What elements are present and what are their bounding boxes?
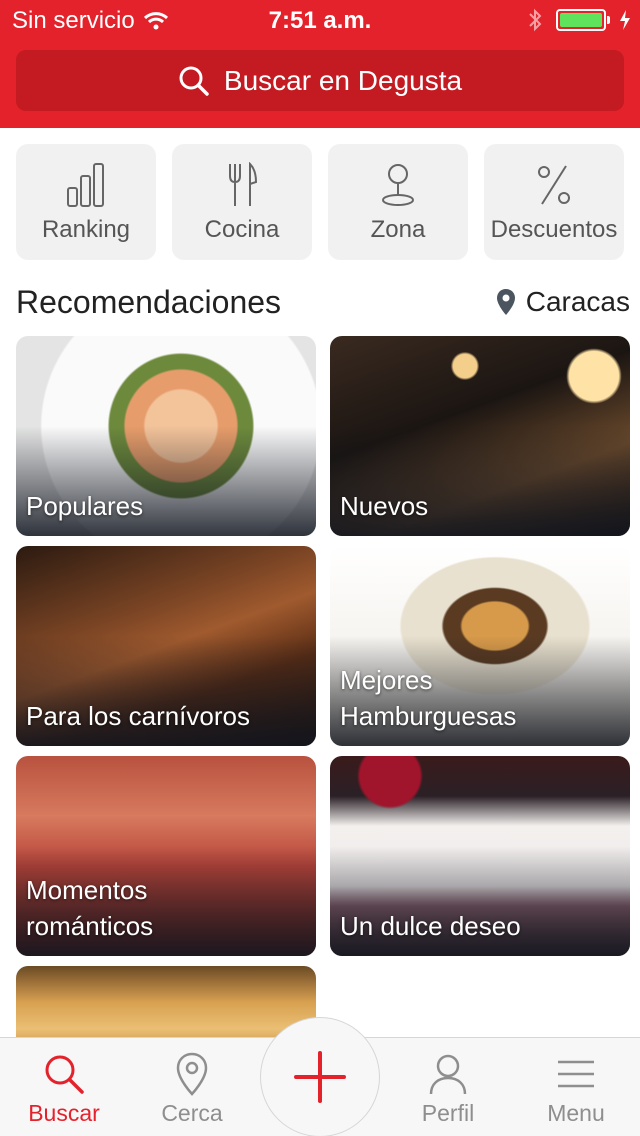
category-ranking[interactable]: Ranking	[16, 144, 156, 260]
tab-label: Menu	[547, 1100, 605, 1126]
card-populares[interactable]: Populares	[16, 336, 316, 536]
hamburger-menu-icon	[558, 1060, 594, 1088]
category-descuentos[interactable]: Descuentos	[484, 144, 624, 260]
search-icon	[45, 1055, 84, 1094]
card-carnivoros[interactable]: Para los carnívoros	[16, 546, 316, 746]
category-label: Descuentos	[490, 216, 618, 243]
bar-chart-icon	[67, 163, 104, 207]
category-label: Zona	[370, 216, 426, 243]
card-dulce-deseo[interactable]: Un dulce deseo	[330, 756, 630, 956]
card-label: Mejores Hamburguesas	[340, 665, 517, 731]
card-label: Para los carnívoros	[26, 701, 250, 731]
tab-cerca[interactable]: Cerca	[128, 1052, 256, 1127]
category-zona[interactable]: Zona	[328, 144, 468, 260]
card-nuevos[interactable]: Nuevos	[330, 336, 630, 536]
tab-buscar[interactable]: Buscar	[0, 1052, 128, 1127]
tab-label: Cerca	[161, 1100, 223, 1126]
battery-icon	[556, 9, 610, 31]
map-pin-icon	[176, 1052, 208, 1096]
charging-icon	[620, 10, 630, 30]
search-placeholder: Buscar en Degusta	[223, 64, 463, 96]
card-label: Populares	[26, 491, 144, 521]
bluetooth-icon	[529, 8, 542, 32]
card-label: Un dulce deseo	[340, 911, 521, 941]
user-icon	[429, 1054, 467, 1095]
location-label: Caracas	[525, 286, 630, 317]
fork-knife-icon	[229, 162, 258, 206]
tab-menu[interactable]: Menu	[512, 1052, 640, 1127]
tab-perfil[interactable]: Perfil	[384, 1052, 512, 1127]
card-label: Momentos románticos	[26, 875, 154, 941]
card-hamburguesas[interactable]: Mejores Hamburguesas	[330, 546, 630, 746]
card-label: Nuevos	[340, 491, 429, 521]
percent-icon	[538, 165, 570, 205]
map-pin-icon	[382, 164, 414, 206]
header: Sin servicio 7:51 a.m. Buscar en Degusta	[0, 0, 640, 128]
category-tiles: Ranking Cocina Zona Descuentos	[16, 144, 624, 260]
section-title: Recomendaciones	[16, 284, 282, 320]
status-bar: Sin servicio 7:51 a.m.	[0, 0, 640, 40]
add-button[interactable]	[260, 1017, 380, 1136]
search-bar[interactable]: Buscar en Degusta	[16, 50, 624, 111]
card-romanticos[interactable]: Momentos románticos	[16, 756, 316, 956]
plus-icon	[294, 1051, 346, 1103]
tab-label: Perfil	[421, 1100, 475, 1126]
category-cocina[interactable]: Cocina	[172, 144, 312, 260]
status-right	[528, 8, 630, 32]
search-icon	[179, 66, 209, 96]
category-label: Ranking	[41, 216, 131, 243]
location-pin-icon	[496, 289, 515, 315]
tab-label: Buscar	[28, 1100, 100, 1126]
location-selector[interactable]: Caracas	[496, 286, 630, 318]
category-label: Cocina	[204, 216, 280, 243]
